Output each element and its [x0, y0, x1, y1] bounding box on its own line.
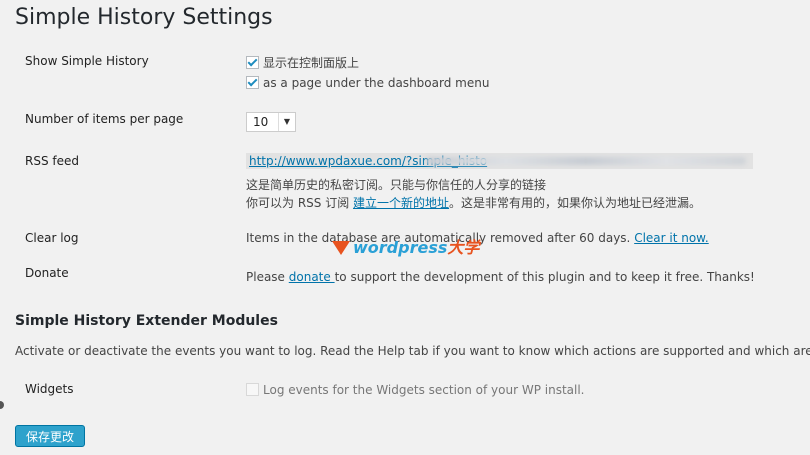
scroll-handle	[0, 401, 4, 409]
show-as-page-checkbox[interactable]	[246, 76, 259, 89]
watermark-logo-icon	[332, 241, 350, 255]
blurred-url-region	[426, 157, 746, 165]
create-new-address-link[interactable]: 建立一个新的地址	[353, 196, 449, 210]
rss-note-prefix: 你可以为 RSS 订阅	[246, 196, 354, 210]
clear-it-now-link[interactable]: Clear it now.	[634, 231, 709, 245]
show-on-dashboard-checkbox[interactable]	[246, 56, 259, 69]
save-changes-button[interactable]: 保存更改	[15, 425, 85, 447]
watermark-cn: 大学	[447, 238, 480, 257]
widgets-label: Widgets	[25, 382, 74, 396]
wordpress-daxue-watermark: wordpress大学	[332, 234, 479, 258]
extender-section-title: Simple History Extender Modules	[15, 313, 278, 329]
rss-note-suffix: 。这是非常有用的，如果你认为地址已经泄漏。	[449, 196, 702, 210]
donate-link[interactable]: donate	[289, 270, 335, 284]
donate-label: Donate	[25, 266, 69, 280]
show-on-dashboard-label: 显示在控制面版上	[263, 56, 360, 70]
show-as-page-option[interactable]: as a page under the dashboard menu	[246, 76, 489, 90]
rss-feed-label: RSS feed	[25, 154, 79, 168]
extender-description: Activate or deactivate the events you wa…	[15, 344, 810, 358]
donate-suffix: to support the development of this plugi…	[334, 270, 755, 284]
widgets-option[interactable]: Log events for the Widgets section of yo…	[246, 383, 585, 397]
donate-text: Please donate to support the development…	[246, 270, 755, 284]
show-on-dashboard-option[interactable]: 显示在控制面版上	[246, 54, 359, 71]
page-title: Simple History Settings	[15, 5, 273, 30]
show-as-page-label: as a page under the dashboard menu	[263, 76, 490, 90]
donate-prefix: Please	[246, 270, 289, 284]
rss-description: 这是简单历史的私密订阅。只能与你信任的人分享的链接	[246, 178, 547, 192]
watermark-text: wordpress	[353, 238, 448, 257]
chevron-down-icon: ▼	[278, 113, 295, 131]
items-per-page-select[interactable]: 10 ▼	[246, 112, 296, 132]
items-per-page-label: Number of items per page	[25, 112, 184, 126]
widgets-option-label: Log events for the Widgets section of yo…	[263, 383, 585, 397]
rss-url-field[interactable]: http://www.wpdaxue.com/?simple_histo	[246, 153, 753, 169]
clear-log-label: Clear log	[25, 231, 79, 245]
show-history-label: Show Simple History	[25, 54, 149, 68]
items-per-page-value: 10	[253, 115, 269, 129]
rss-regenerate-note: 你可以为 RSS 订阅 建立一个新的地址。这是非常有用的，如果你认为地址已经泄漏…	[246, 194, 701, 211]
widgets-checkbox[interactable]	[246, 383, 259, 396]
